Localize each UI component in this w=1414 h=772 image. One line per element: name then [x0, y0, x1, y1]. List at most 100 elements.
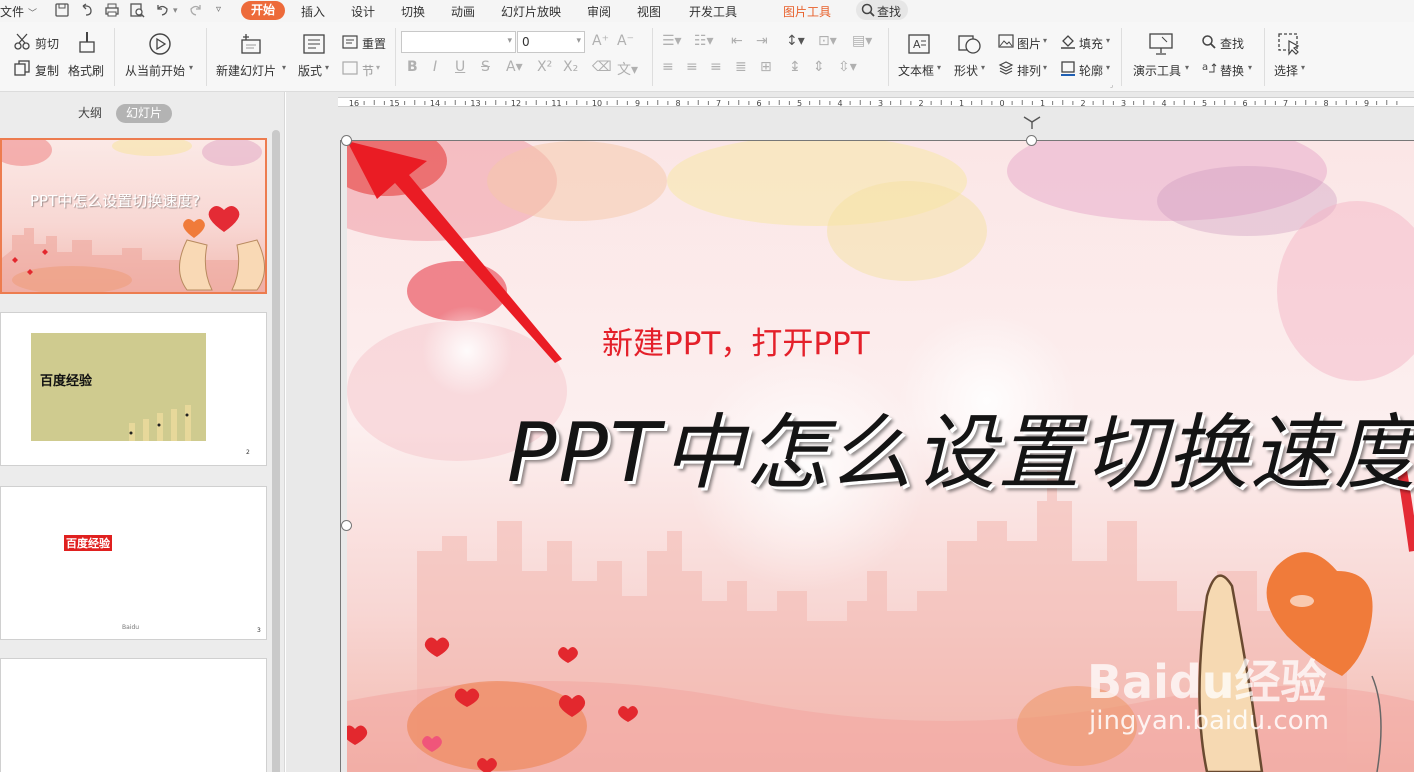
- format-painter-icon[interactable]: [77, 30, 97, 56]
- search-box[interactable]: 查找: [856, 0, 908, 20]
- section-icon[interactable]: [342, 60, 358, 76]
- layout-button[interactable]: 版式: [298, 62, 322, 79]
- replace-button[interactable]: 替换: [1220, 62, 1244, 79]
- copy-button[interactable]: 复制: [35, 62, 59, 79]
- panel-scrollbar[interactable]: [272, 130, 280, 772]
- chevron-down-icon[interactable]: ▾: [1043, 36, 1047, 45]
- presentation-tools-icon[interactable]: [1148, 32, 1174, 56]
- copy-icon[interactable]: [14, 60, 30, 76]
- undo-dropdown-icon[interactable]: ▾: [173, 6, 178, 16]
- menu-file[interactable]: 文件: [0, 3, 24, 20]
- paragraph-spacing-icon[interactable]: ↨: [789, 59, 801, 75]
- font-name-combo[interactable]: ▾: [401, 31, 516, 53]
- tab-outline[interactable]: 大纲: [78, 104, 102, 121]
- chevron-down-icon[interactable]: ▾: [981, 63, 985, 72]
- chevron-down-icon[interactable]: ▾: [937, 63, 941, 72]
- from-current-button[interactable]: 从当前开始: [125, 62, 185, 79]
- customize-toolbar-icon[interactable]: ▿: [216, 4, 221, 15]
- picture-button[interactable]: 图片: [1017, 35, 1041, 52]
- arrange-icon[interactable]: [998, 60, 1014, 76]
- slide-thumbnail-4[interactable]: [0, 658, 267, 772]
- chevron-down-icon[interactable]: ▾: [189, 63, 193, 72]
- subscript-icon[interactable]: X₂: [563, 59, 578, 75]
- resize-handle-top[interactable]: [1026, 135, 1037, 146]
- chevron-down-icon[interactable]: ▾: [1106, 36, 1110, 45]
- line-spacing-icon[interactable]: ↕▾: [786, 33, 805, 49]
- resize-handle-left[interactable]: [341, 520, 352, 531]
- superscript-icon[interactable]: X²: [537, 59, 552, 75]
- arrange-button[interactable]: 排列: [1017, 62, 1041, 79]
- numbered-list-icon[interactable]: ☷▾: [694, 33, 714, 49]
- decrease-indent-icon[interactable]: ⇤: [731, 33, 743, 49]
- picture-icon[interactable]: [998, 34, 1014, 48]
- phonetic-guide-icon[interactable]: 文▾: [617, 59, 638, 79]
- shape-button[interactable]: 形状: [954, 62, 978, 79]
- underline-icon[interactable]: U: [455, 59, 465, 75]
- format-painter-button[interactable]: 格式刷: [68, 62, 104, 79]
- fill-button[interactable]: 填充: [1079, 35, 1103, 52]
- find-icon[interactable]: [1201, 34, 1217, 50]
- tab-slides[interactable]: 幻灯片: [116, 104, 172, 123]
- tab-view[interactable]: 视图: [637, 3, 661, 20]
- outline-button[interactable]: 轮廓: [1079, 62, 1103, 79]
- save-icon[interactable]: [54, 2, 70, 18]
- dialog-launcher-icon[interactable]: ⌟: [1110, 81, 1113, 89]
- chevron-down-icon[interactable]: ▾: [1301, 63, 1305, 72]
- reset-icon[interactable]: [342, 34, 358, 50]
- indent-marker-icon[interactable]: [1023, 116, 1041, 130]
- decrease-font-icon[interactable]: A⁻: [617, 33, 634, 49]
- select-button[interactable]: 选择: [1274, 62, 1298, 79]
- resize-handle-top-left[interactable]: [341, 135, 352, 146]
- outline-icon[interactable]: [1060, 60, 1076, 76]
- chevron-down-icon[interactable]: ﹀: [28, 6, 37, 19]
- textbox-button[interactable]: 文本框: [898, 62, 934, 79]
- vertical-align-icon[interactable]: ⇳▾: [838, 59, 857, 75]
- clear-format-icon[interactable]: ⌫: [592, 59, 612, 75]
- slide-thumbnail-2[interactable]: 百度经验 2: [0, 312, 267, 466]
- tab-slideshow[interactable]: 幻灯片放映: [501, 3, 561, 20]
- select-icon[interactable]: [1277, 32, 1301, 56]
- undo-history-icon[interactable]: [79, 2, 95, 18]
- bullet-list-icon[interactable]: ☰▾: [662, 33, 682, 49]
- tab-transition[interactable]: 切换: [401, 3, 425, 20]
- shape-icon[interactable]: [957, 32, 983, 56]
- tab-developer[interactable]: 开发工具: [689, 3, 737, 20]
- align-left-icon[interactable]: ≡: [662, 59, 674, 75]
- strikethrough-icon[interactable]: S: [481, 59, 490, 75]
- chevron-down-icon[interactable]: ▾: [1043, 63, 1047, 72]
- reset-button[interactable]: 重置: [362, 35, 386, 52]
- tab-review[interactable]: 审阅: [587, 3, 611, 20]
- layout-icon[interactable]: [302, 33, 326, 55]
- print-icon[interactable]: [104, 2, 120, 18]
- increase-indent-icon[interactable]: ⇥: [756, 33, 768, 49]
- tab-picture-tools[interactable]: 图片工具: [783, 3, 831, 20]
- justify-icon[interactable]: ≣: [735, 59, 747, 75]
- text-direction-icon[interactable]: ⊡▾: [818, 33, 837, 49]
- font-size-combo[interactable]: 0 ▾: [517, 31, 585, 53]
- fill-bucket-icon[interactable]: [1060, 33, 1076, 49]
- new-slide-icon[interactable]: [239, 32, 263, 56]
- chevron-down-icon[interactable]: ▾: [325, 63, 329, 72]
- chevron-down-icon[interactable]: ▾: [282, 63, 286, 72]
- cut-button[interactable]: 剪切: [35, 35, 59, 52]
- replace-icon[interactable]: a: [1201, 60, 1217, 76]
- slide-thumbnail-1[interactable]: PPT中怎么设置切换速度?: [0, 138, 267, 294]
- section-button[interactable]: 节: [362, 62, 374, 79]
- align-center-icon[interactable]: ≡: [686, 59, 698, 75]
- find-button[interactable]: 查找: [1220, 35, 1244, 52]
- tab-insert[interactable]: 插入: [301, 3, 325, 20]
- distribute-icon[interactable]: ⊞: [760, 59, 772, 75]
- chevron-down-icon[interactable]: ▾: [1185, 63, 1189, 72]
- italic-icon[interactable]: I: [433, 59, 437, 75]
- redo-icon[interactable]: [188, 2, 204, 18]
- align-right-icon[interactable]: ≡: [710, 59, 722, 75]
- increase-font-icon[interactable]: A⁺: [592, 33, 609, 49]
- slide-thumbnail-3[interactable]: 百度经验 Baidu 3: [0, 486, 267, 640]
- textbox-icon[interactable]: A: [907, 33, 931, 55]
- chevron-down-icon[interactable]: ▾: [1106, 63, 1110, 72]
- chevron-down-icon[interactable]: ▾: [1248, 63, 1252, 72]
- text-columns-icon[interactable]: ▤▾: [852, 33, 872, 49]
- scissors-icon[interactable]: [14, 32, 32, 50]
- new-slide-button[interactable]: 新建幻灯片: [216, 62, 276, 79]
- undo-icon[interactable]: [154, 2, 170, 18]
